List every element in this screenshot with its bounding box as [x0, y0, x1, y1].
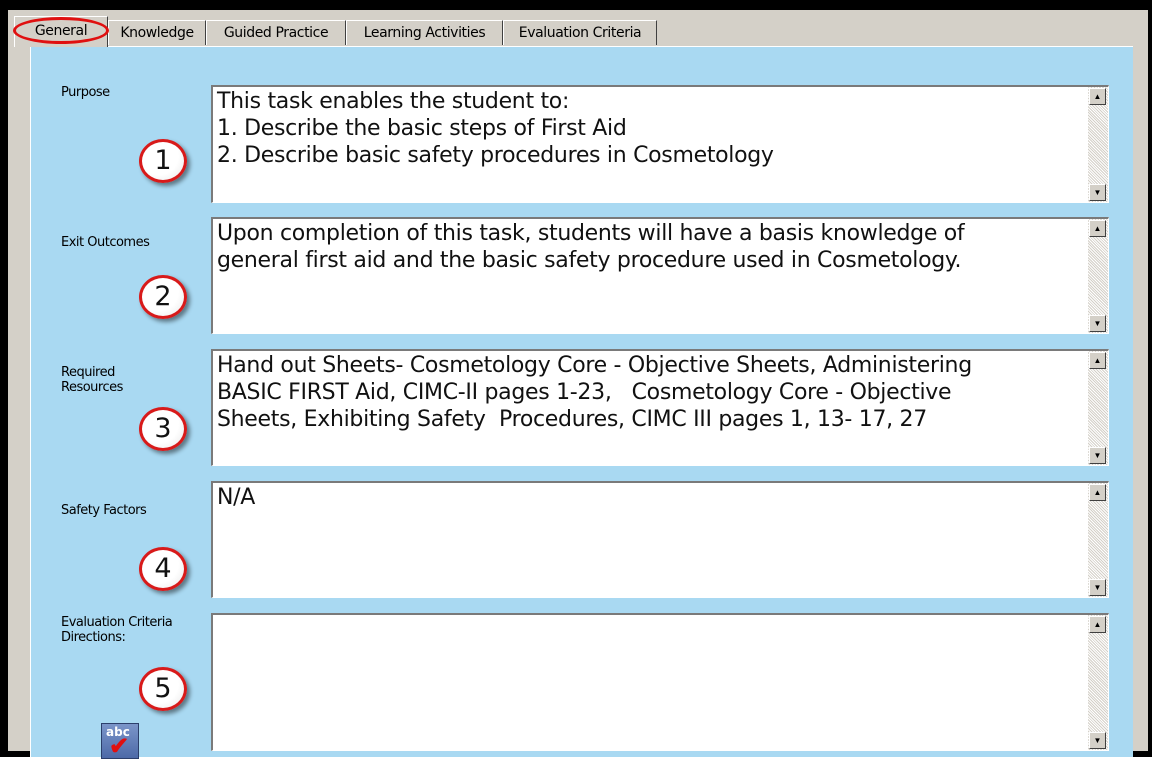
tab-evaluation-criteria-label: Evaluation Criteria	[518, 25, 642, 41]
scroll-up-icon[interactable]: ▲	[1089, 352, 1106, 369]
task-window: General Knowledge Guided Practice Learni…	[8, 10, 1148, 760]
scroll-down-icon[interactable]: ▼	[1089, 579, 1106, 596]
evaluation-directions-field[interactable]: ▲ ▼	[211, 613, 1109, 751]
evaluation-directions-label: Evaluation Criteria Directions:	[61, 615, 173, 645]
scroll-up-icon[interactable]: ▲	[1089, 484, 1106, 501]
required-resources-field[interactable]: Hand out Sheets- Cosmetology Core - Obje…	[211, 349, 1109, 466]
tab-guided-practice[interactable]: Guided Practice	[206, 20, 346, 45]
step-badge-3: 3	[139, 407, 187, 451]
required-resources-scrollbar[interactable]: ▲ ▼	[1088, 351, 1108, 465]
safety-factors-scrollbar[interactable]: ▲ ▼	[1088, 483, 1108, 597]
spell-check-icon[interactable]: abc ✔	[101, 723, 139, 760]
scroll-up-icon[interactable]: ▲	[1089, 88, 1106, 105]
tab-learning-activities[interactable]: Learning Activities	[346, 20, 503, 45]
scroll-up-icon[interactable]: ▲	[1089, 616, 1106, 633]
tab-strip: General Knowledge Guided Practice Learni…	[8, 10, 1148, 47]
purpose-text: This task enables the student to: 1. Des…	[217, 89, 774, 168]
step-badge-2: 2	[139, 275, 187, 319]
tab-highlight-annotation	[13, 17, 109, 44]
step-badge-4: 4	[139, 547, 187, 591]
safety-factors-field[interactable]: N/A ▲ ▼	[211, 481, 1109, 598]
required-resources-label: Required Resources	[61, 365, 123, 395]
safety-factors-text: N/A	[217, 485, 256, 510]
purpose-label: Purpose	[61, 85, 110, 100]
tab-evaluation-criteria[interactable]: Evaluation Criteria	[503, 20, 657, 45]
safety-factors-label: Safety Factors	[61, 503, 147, 518]
scroll-down-icon[interactable]: ▼	[1089, 184, 1106, 201]
exit-outcomes-scrollbar[interactable]: ▲ ▼	[1088, 219, 1108, 333]
tab-guided-practice-label: Guided Practice	[223, 25, 329, 41]
tab-knowledge-label: Knowledge	[120, 25, 194, 41]
step-badge-1: 1	[139, 139, 187, 183]
exit-outcomes-text: Upon completion of this task, students w…	[217, 221, 965, 273]
scroll-down-icon[interactable]: ▼	[1089, 447, 1106, 464]
scroll-up-icon[interactable]: ▲	[1089, 220, 1106, 237]
scroll-down-icon[interactable]: ▼	[1089, 315, 1106, 332]
tab-knowledge[interactable]: Knowledge	[108, 20, 206, 45]
exit-outcomes-field[interactable]: Upon completion of this task, students w…	[211, 217, 1109, 334]
required-resources-text: Hand out Sheets- Cosmetology Core - Obje…	[217, 353, 972, 432]
step-badge-5: 5	[139, 667, 187, 711]
tab-learning-activities-label: Learning Activities	[363, 25, 486, 41]
exit-outcomes-label: Exit Outcomes	[61, 235, 150, 250]
general-panel: Purpose 1 This task enables the student …	[30, 46, 1133, 760]
purpose-field[interactable]: This task enables the student to: 1. Des…	[211, 85, 1109, 203]
evaluation-directions-scrollbar[interactable]: ▲ ▼	[1088, 615, 1108, 750]
screenshot-frame: General Knowledge Guided Practice Learni…	[0, 0, 1152, 760]
scroll-down-icon[interactable]: ▼	[1089, 732, 1106, 749]
purpose-scrollbar[interactable]: ▲ ▼	[1088, 87, 1108, 202]
